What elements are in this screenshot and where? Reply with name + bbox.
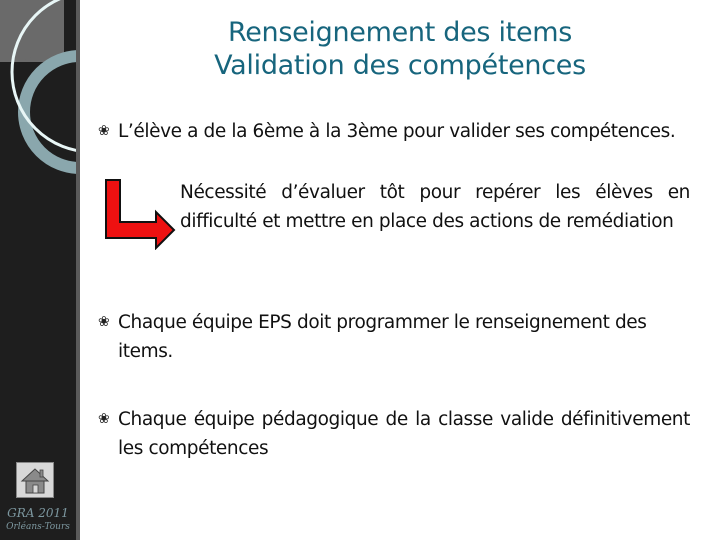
sidebar-divider <box>76 0 80 540</box>
title-line-1: Renseignement des items <box>227 17 573 48</box>
bullet-icon: ❀ <box>98 123 110 139</box>
bullet-icon: ❀ <box>98 411 110 427</box>
bullet-text: Chaque équipe EPS doit programmer le ren… <box>118 312 647 362</box>
slide-title: Renseignement des items Validation des c… <box>90 16 710 82</box>
decorative-circles <box>0 0 76 174</box>
home-button[interactable] <box>16 462 54 498</box>
home-icon <box>20 468 50 494</box>
bullet-item: ❀ Chaque équipe EPS doit programmer le r… <box>98 308 690 366</box>
sub-point-text: Nécessité d’évaluer tôt pour repérer les… <box>180 182 690 232</box>
org-label: GRA 2011 <box>7 506 69 520</box>
bullet-text: L’élève a de la 6ème à la 3ème pour vali… <box>118 121 676 142</box>
title-line-2: Validation des compétences <box>214 50 586 81</box>
red-bent-arrow-icon <box>105 179 176 250</box>
city-label: Orléans-Tours <box>6 522 70 532</box>
sidebar: GRA 2011 Orléans-Tours <box>0 0 76 540</box>
bullet-icon: ❀ <box>98 314 110 330</box>
bullet-item: ❀ Chaque équipe pédagogique de la classe… <box>98 405 690 463</box>
bullet-item: ❀ L’élève a de la 6ème à la 3ème pour va… <box>98 117 690 146</box>
ring-icon <box>18 50 76 174</box>
bullet-text: Chaque équipe pédagogique de la classe v… <box>118 409 690 459</box>
